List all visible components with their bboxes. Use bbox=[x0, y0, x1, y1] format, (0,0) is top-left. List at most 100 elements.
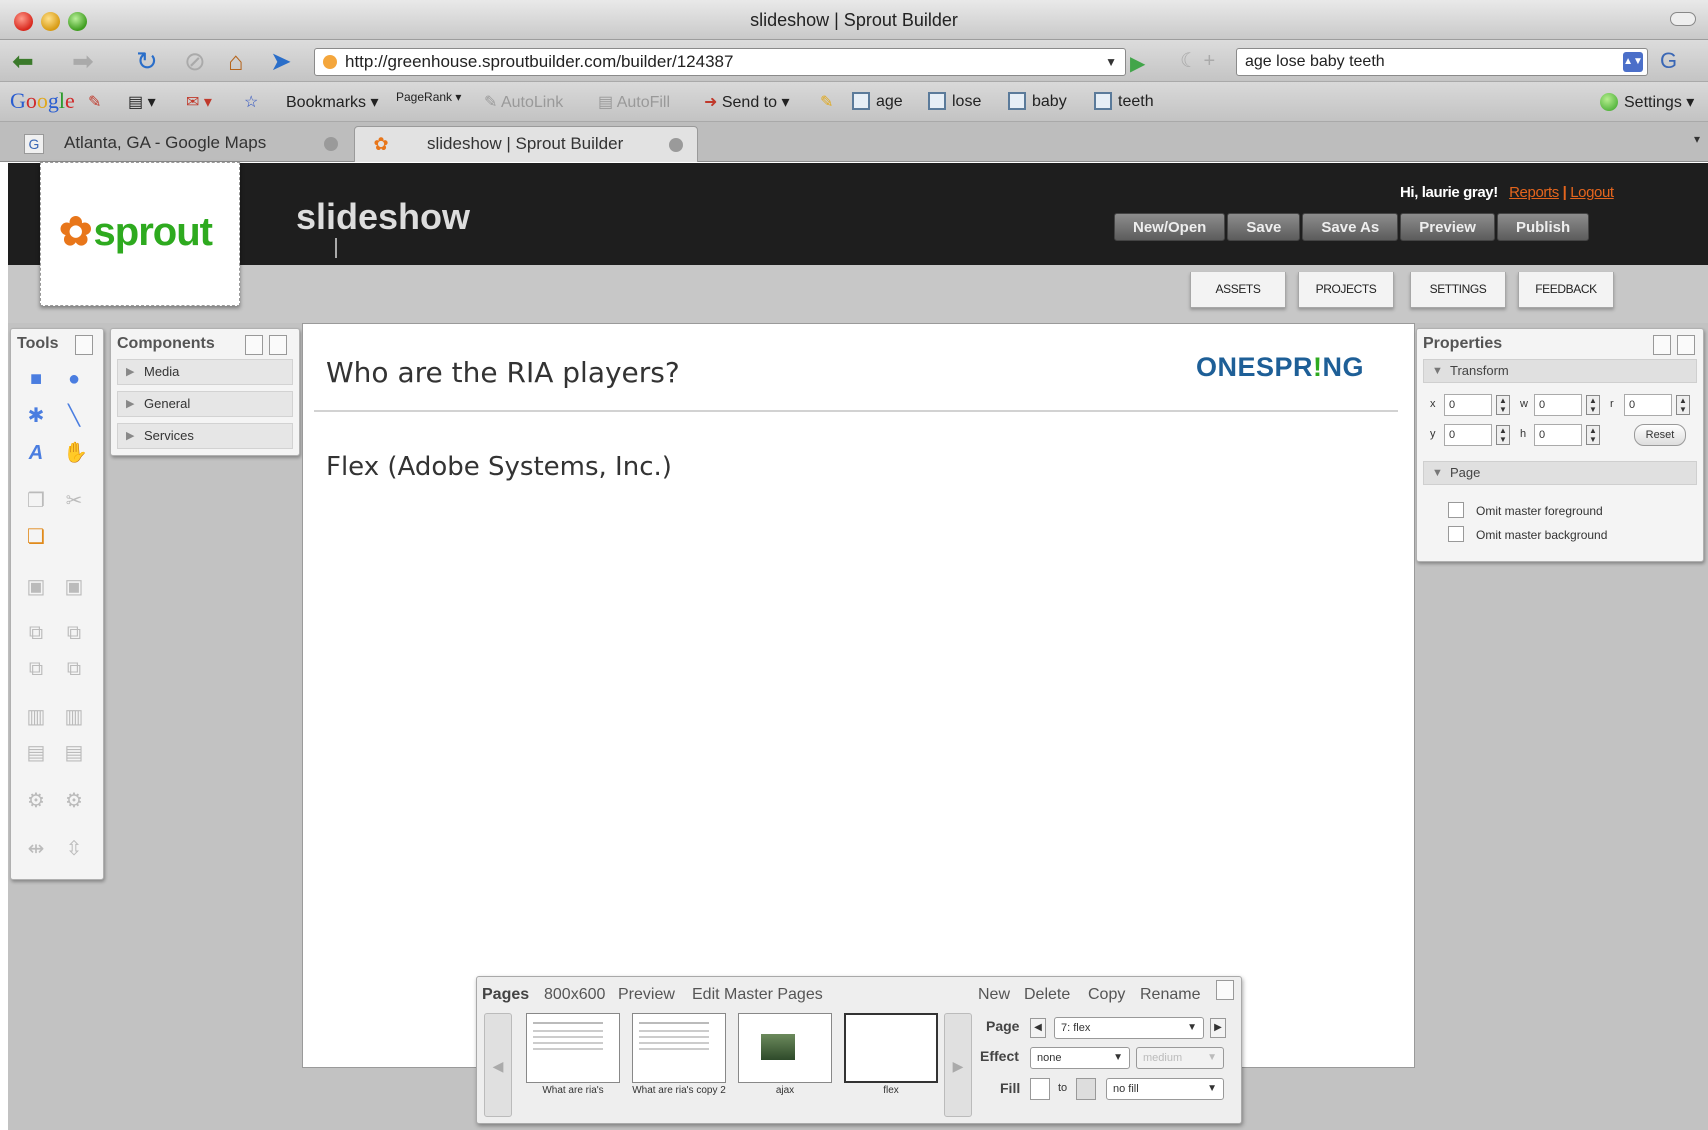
home-icon[interactable]: ⌂ bbox=[228, 47, 244, 75]
tab-list-menu[interactable]: ▾ bbox=[1694, 132, 1704, 150]
tab-feedback[interactable]: FEEDBACK bbox=[1518, 272, 1614, 308]
r-field[interactable]: r 0 ▲ ▼ bbox=[1610, 394, 1694, 416]
search-term-age[interactable]: age bbox=[852, 92, 903, 111]
toolbar-tool-icon[interactable]: ✎ bbox=[88, 92, 101, 112]
highlighter-icon[interactable]: ✎ bbox=[820, 92, 833, 112]
save-as-button[interactable]: Save As bbox=[1302, 213, 1399, 241]
next-page-icon[interactable]: ▶ bbox=[1210, 1018, 1226, 1038]
tab-google-maps[interactable]: G Atlanta, GA - Google Maps bbox=[8, 126, 348, 162]
forward-arrow-icon[interactable]: ➡ bbox=[72, 47, 94, 75]
page-thumbnail[interactable] bbox=[738, 1013, 832, 1083]
page-size-link[interactable]: 800x600 bbox=[544, 986, 605, 1004]
publish-button[interactable]: Publish bbox=[1496, 213, 1590, 241]
omit-background-checkbox[interactable]: Omit master background bbox=[1448, 526, 1607, 544]
delete-page-link[interactable]: Delete bbox=[1024, 986, 1070, 1004]
logout-link[interactable]: Logout bbox=[1570, 184, 1614, 201]
autofill-button[interactable]: ▤ AutoFill bbox=[598, 92, 670, 112]
x-field[interactable]: x 0 ▲ ▼ bbox=[1430, 394, 1514, 416]
sprout-logo-box[interactable]: ✿sprout bbox=[40, 162, 240, 306]
distribute-horizontal-icon[interactable]: ⚙ bbox=[25, 790, 47, 812]
page-thumbnail-selected[interactable] bbox=[844, 1013, 938, 1083]
component-category-media[interactable]: Media bbox=[117, 359, 293, 385]
slide-body-text[interactable]: Flex (Adobe Systems, Inc.) bbox=[326, 452, 672, 482]
h-field[interactable]: h 0 ▲ ▼ bbox=[1520, 424, 1604, 446]
search-term-teeth[interactable]: teeth bbox=[1094, 92, 1154, 111]
chevron-down-icon[interactable]: ▼ bbox=[1105, 49, 1117, 75]
star-tool-icon[interactable]: ✱ bbox=[25, 405, 47, 427]
component-category-general[interactable]: General bbox=[117, 391, 293, 417]
previous-page-icon[interactable]: ◀ bbox=[1030, 1018, 1046, 1038]
bring-forward-icon[interactable]: ⧉ bbox=[25, 622, 47, 644]
send-backward-icon[interactable]: ⧉ bbox=[63, 622, 85, 644]
send-to-back-icon[interactable]: ⧉ bbox=[63, 658, 85, 680]
y-field[interactable]: y 0 ▲ ▼ bbox=[1430, 424, 1514, 446]
search-term-lose[interactable]: lose bbox=[928, 92, 981, 111]
search-term-baby[interactable]: baby bbox=[1008, 92, 1067, 111]
copy-page-link[interactable]: Copy bbox=[1088, 986, 1125, 1004]
w-field[interactable]: w 0 ▲ ▼ bbox=[1520, 394, 1604, 416]
bring-to-front-icon[interactable]: ⧉ bbox=[25, 658, 47, 680]
slide-title[interactable]: Who are the RIA players? bbox=[326, 356, 680, 389]
stop-icon[interactable]: ⊘ bbox=[184, 47, 206, 75]
align-left-icon[interactable]: ▥ bbox=[25, 706, 47, 728]
page-thumbnail[interactable] bbox=[526, 1013, 620, 1083]
panel-collapse-icon[interactable] bbox=[1216, 980, 1234, 1000]
thumbnails-scroll-right[interactable]: ▶ bbox=[944, 1013, 972, 1117]
fill-color-end[interactable] bbox=[1076, 1078, 1096, 1100]
new-page-link[interactable]: New bbox=[978, 986, 1010, 1004]
search-engine-selector-icon[interactable]: ▲▼ bbox=[1623, 52, 1643, 72]
slide-canvas[interactable] bbox=[302, 323, 1415, 1068]
go-arrow-icon[interactable]: ▶ bbox=[1130, 51, 1145, 76]
preview-button[interactable]: Preview bbox=[1400, 213, 1495, 241]
panel-collapse-icon[interactable] bbox=[1653, 335, 1671, 355]
close-tab-icon[interactable] bbox=[669, 138, 683, 152]
reload-icon[interactable]: ↻ bbox=[136, 47, 158, 75]
tab-projects[interactable]: PROJECTS bbox=[1298, 272, 1394, 308]
fill-type-select[interactable]: no fill ▼ bbox=[1106, 1078, 1224, 1100]
copy-tool-icon[interactable]: ❐ bbox=[25, 490, 47, 512]
page-select[interactable]: 7: flex ▼ bbox=[1054, 1017, 1204, 1039]
panel-collapse-icon[interactable] bbox=[245, 335, 263, 355]
edit-master-pages-link[interactable]: Edit Master Pages bbox=[692, 986, 823, 1004]
hand-tool-icon[interactable]: ✋ bbox=[63, 442, 88, 464]
align-bottom-icon[interactable]: ▤ bbox=[63, 742, 85, 764]
reports-link[interactable]: Reports bbox=[1509, 184, 1559, 201]
search-engine-icon[interactable]: ☾ + bbox=[1180, 47, 1215, 75]
transform-section-header[interactable]: Transform bbox=[1423, 359, 1697, 383]
save-button[interactable]: Save bbox=[1227, 213, 1301, 241]
toolbar-settings-menu[interactable]: Settings ▾ bbox=[1600, 92, 1694, 112]
google-search-icon[interactable]: G bbox=[1660, 48, 1677, 74]
address-bar[interactable]: http://greenhouse.sproutbuilder.com/buil… bbox=[314, 48, 1126, 76]
paste-tool-icon[interactable]: ❏ bbox=[25, 526, 47, 548]
effect-select[interactable]: none ▼ bbox=[1030, 1047, 1130, 1069]
flip-vertical-icon[interactable]: ⇳ bbox=[63, 838, 85, 860]
project-title[interactable]: slideshow bbox=[296, 196, 470, 238]
text-tool-icon[interactable]: A bbox=[25, 442, 47, 464]
pagerank-menu[interactable]: PageRank ▾ bbox=[396, 90, 461, 104]
thumbnails-scroll-left[interactable]: ◀ bbox=[484, 1013, 512, 1117]
back-arrow-icon[interactable]: ⬅ bbox=[12, 47, 34, 75]
effect-speed-select[interactable]: medium ▼ bbox=[1136, 1047, 1224, 1069]
rename-page-link[interactable]: Rename bbox=[1140, 986, 1200, 1004]
group-tool-icon[interactable]: ▣ bbox=[25, 576, 47, 598]
slide-divider[interactable] bbox=[314, 410, 1398, 412]
distribute-vertical-icon[interactable]: ⚙ bbox=[63, 790, 85, 812]
google-logo[interactable]: Google bbox=[10, 88, 75, 114]
send-to-menu[interactable]: ➜ Send to ▾ bbox=[704, 92, 790, 112]
cut-tool-icon[interactable]: ✂ bbox=[63, 490, 85, 512]
search-input[interactable]: age lose baby teeth ▲▼ bbox=[1236, 48, 1648, 76]
panel-expand-icon[interactable] bbox=[269, 335, 287, 355]
rectangle-tool-icon[interactable]: ■ bbox=[25, 368, 47, 390]
ungroup-tool-icon[interactable]: ▣ bbox=[63, 576, 85, 598]
page-thumbnail[interactable] bbox=[632, 1013, 726, 1083]
onespring-logo[interactable]: ONESPR!NG bbox=[1196, 352, 1364, 383]
tab-sprout-builder[interactable]: ✿ slideshow | Sprout Builder bbox=[354, 126, 698, 162]
autolink-button[interactable]: ✎ AutoLink bbox=[484, 92, 563, 112]
toolbar-sidewiki-icon[interactable]: ▤ ▾ bbox=[128, 92, 156, 112]
panel-collapse-icon[interactable] bbox=[75, 335, 93, 355]
tab-settings[interactable]: SETTINGS bbox=[1410, 272, 1506, 308]
flip-horizontal-icon[interactable]: ⇹ bbox=[25, 838, 47, 860]
ellipse-tool-icon[interactable]: ● bbox=[63, 368, 85, 390]
align-right-icon[interactable]: ▥ bbox=[63, 706, 85, 728]
toolbar-toggle-button[interactable] bbox=[1670, 12, 1696, 26]
